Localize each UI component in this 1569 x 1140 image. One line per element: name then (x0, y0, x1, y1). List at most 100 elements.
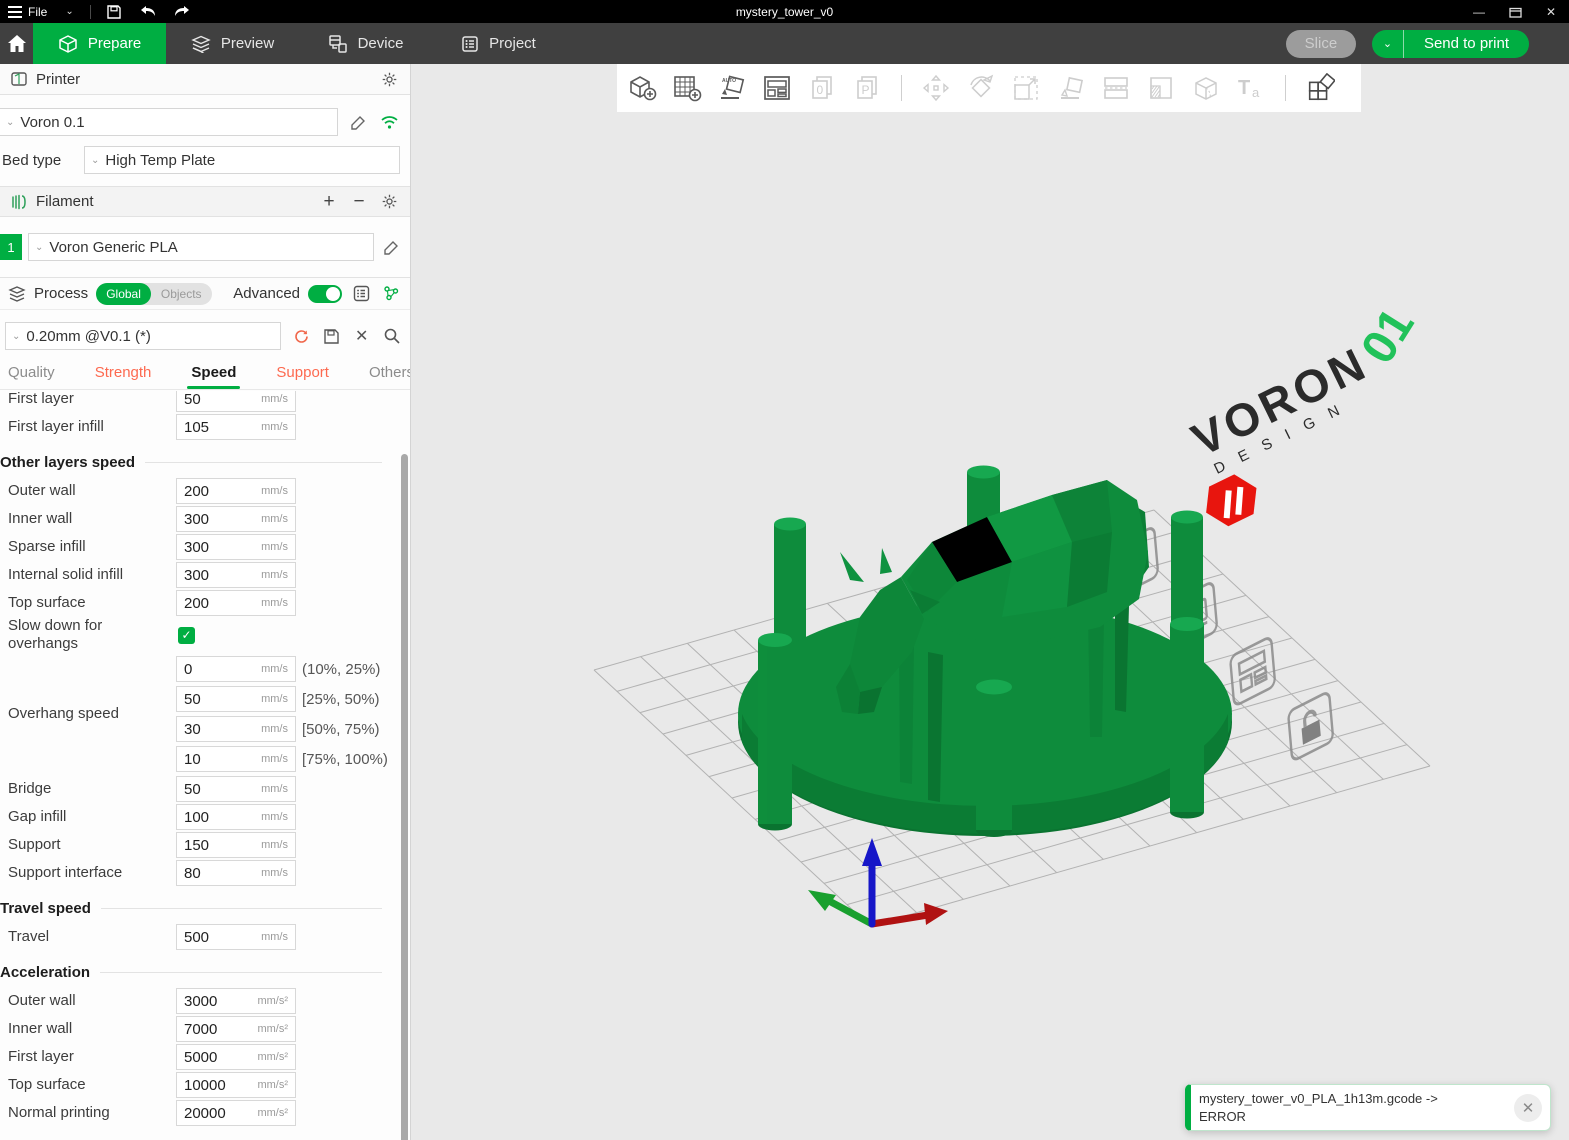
process-scope-switch: Global Objects (96, 283, 211, 305)
scope-global-tab[interactable]: Global (96, 283, 151, 305)
toolbar-separator (901, 75, 902, 101)
nav-tab-prepare[interactable]: Prepare (33, 23, 166, 64)
setting-row: Travel500mm/s (0, 923, 400, 951)
checkbox-checked[interactable]: ✓ (178, 627, 195, 644)
setting-input[interactable]: 3000mm/s² (176, 988, 296, 1014)
setting-input[interactable]: 50mm/s (176, 391, 296, 412)
save-profile-icon[interactable] (321, 325, 341, 347)
reset-profile-icon[interactable] (291, 325, 311, 347)
edit-printer-icon[interactable] (347, 111, 369, 133)
parameter-list-icon[interactable] (350, 283, 372, 305)
scope-objects-tab[interactable]: Objects (151, 283, 212, 305)
dropdown-chevron-icon: ⌄ (35, 242, 43, 253)
setting-input[interactable]: 100mm/s (176, 804, 296, 830)
setting-value: 10 (184, 751, 261, 768)
slice-button[interactable]: Slice (1286, 30, 1356, 58)
setting-input[interactable]: 200mm/s (176, 478, 296, 504)
setting-input[interactable]: 500mm/s (176, 924, 296, 950)
auto-orient-icon[interactable]: AUTO (717, 73, 747, 103)
send-to-print-button[interactable]: Send to print (1404, 30, 1529, 58)
undo-icon[interactable] (131, 0, 165, 23)
setting-input[interactable]: 300mm/s (176, 506, 296, 532)
printer-select[interactable]: ⌄ Voron 0.1 (0, 108, 338, 136)
parameter-tree-icon[interactable] (380, 283, 402, 305)
search-settings-icon[interactable] (382, 325, 402, 347)
add-filament-icon[interactable]: + (318, 191, 340, 213)
axis-y (831, 902, 872, 924)
setting-input[interactable]: 150mm/s (176, 832, 296, 858)
setting-unit: mm/s (261, 723, 288, 735)
setting-input[interactable]: 30mm/s (176, 716, 296, 742)
setting-row: Support150mm/s (0, 831, 400, 859)
file-menu[interactable]: File (0, 0, 55, 23)
printer-connection-wifi-icon[interactable] (378, 111, 400, 133)
send-options-chevron-icon[interactable]: ⌄ (1372, 30, 1404, 58)
process-tab-strength[interactable]: Strength (89, 364, 158, 389)
toast-close-button[interactable]: ✕ (1514, 1094, 1542, 1122)
setting-input[interactable]: 300mm/s (176, 534, 296, 560)
menu-chevron-icon[interactable]: ⌄ (55, 6, 83, 17)
printer-section-header: Printer (0, 64, 410, 95)
setting-input[interactable]: 0mm/s (176, 656, 296, 682)
setting-unit: mm/s (261, 421, 288, 433)
setting-unit: mm/s (261, 839, 288, 851)
home-button[interactable] (0, 23, 33, 64)
maximize-button[interactable] (1497, 0, 1533, 23)
build-plate-scene[interactable]: VORON DESIGN 01 (412, 112, 1569, 1140)
window-title: mystery_tower_v0 (0, 5, 1569, 19)
printer-settings-gear-icon[interactable] (378, 68, 400, 90)
range-note: [50%, 75%) (302, 721, 380, 738)
close-button[interactable]: ✕ (1533, 0, 1569, 23)
settings-scrollbar[interactable] (401, 454, 408, 1140)
setting-input[interactable]: 10mm/s (176, 746, 296, 772)
setting-row: First layer5000mm/s² (0, 1043, 400, 1071)
minimize-button[interactable]: — (1461, 0, 1497, 23)
settings-section-header: Acceleration (0, 964, 400, 981)
setting-input[interactable]: 80mm/s (176, 860, 296, 886)
setting-unit: mm/s (261, 663, 288, 675)
nav-tab-label: Preview (221, 35, 274, 52)
setting-input[interactable]: 20000mm/s² (176, 1100, 296, 1126)
setting-unit: mm/s² (257, 1051, 288, 1063)
add-plate-icon[interactable] (672, 73, 702, 103)
filament-settings-gear-icon[interactable] (378, 191, 400, 213)
setting-row: First layer infill105mm/s (0, 413, 400, 441)
setting-input[interactable]: 50mm/s (176, 776, 296, 802)
arrange-icon[interactable] (762, 73, 792, 103)
remove-filament-icon[interactable]: − (348, 191, 370, 213)
nav-tab-project[interactable]: Project (432, 23, 565, 64)
setting-row: Slow down for overhangs✓ (0, 617, 400, 653)
redo-icon[interactable] (165, 0, 199, 23)
bed-type-select[interactable]: ⌄ High Temp Plate (84, 146, 400, 174)
nav-tab-preview[interactable]: Preview (166, 23, 299, 64)
setting-row-group: Overhang speed0mm/s(10%, 25%)50mm/s[25%,… (0, 655, 400, 773)
clear-profile-icon[interactable]: ✕ (352, 325, 372, 347)
settings-section-header: Other layers speed (0, 454, 400, 471)
setting-unit: mm/s² (257, 1107, 288, 1119)
setting-label: Slow down for overhangs (8, 617, 176, 653)
assembly-view-icon[interactable] (1305, 73, 1335, 103)
save-icon[interactable] (97, 0, 131, 23)
setting-input[interactable]: 200mm/s (176, 590, 296, 616)
prepare-icon (58, 34, 78, 54)
setting-label: Sparse infill (8, 538, 176, 556)
setting-input[interactable]: 5000mm/s² (176, 1044, 296, 1070)
setting-input[interactable]: 300mm/s (176, 562, 296, 588)
edit-filament-icon[interactable] (380, 236, 402, 258)
nav-tab-device[interactable]: Device (299, 23, 432, 64)
setting-unit: mm/s (261, 597, 288, 609)
setting-input[interactable]: 10000mm/s² (176, 1072, 296, 1098)
setting-input[interactable]: 7000mm/s² (176, 1016, 296, 1042)
add-model-icon[interactable] (627, 73, 657, 103)
process-tab-quality[interactable]: Quality (2, 364, 61, 389)
arrange-plate-icon[interactable] (1230, 636, 1275, 706)
process-tab-support[interactable]: Support (270, 364, 335, 389)
setting-input[interactable]: 105mm/s (176, 414, 296, 440)
setting-input[interactable]: 50mm/s (176, 686, 296, 712)
process-profile-select[interactable]: ⌄ 0.20mm @V0.1 (*) (5, 322, 281, 350)
advanced-toggle[interactable] (308, 285, 342, 303)
process-tab-speed[interactable]: Speed (185, 364, 242, 389)
viewport-3d[interactable]: AUTO0PTa VORON DESIGN (412, 64, 1569, 1140)
process-tab-others[interactable]: Others (363, 364, 411, 389)
filament-select[interactable]: ⌄ Voron Generic PLA (28, 233, 374, 261)
